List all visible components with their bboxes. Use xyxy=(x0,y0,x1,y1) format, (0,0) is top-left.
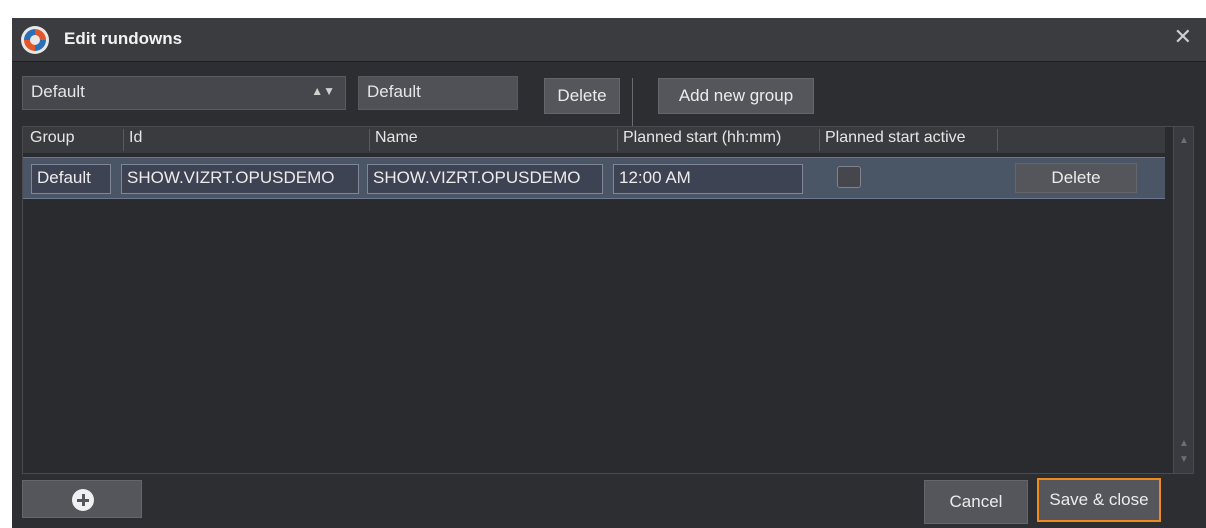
dialog-title: Edit rundowns xyxy=(64,29,183,48)
column-header-planned-start[interactable]: Planned start (hh:mm) xyxy=(617,129,817,151)
app-logo-icon xyxy=(21,26,49,54)
close-icon[interactable]: ✕ xyxy=(1174,24,1192,50)
plus-circle-icon xyxy=(72,489,94,511)
vertical-scrollbar[interactable]: ▲ ▲ ▼ xyxy=(1173,127,1193,473)
group-select[interactable]: Default ▲▼ xyxy=(22,76,346,110)
cancel-button[interactable]: Cancel xyxy=(924,480,1028,524)
rundowns-table: Group Id Name Planned start (hh:mm) Plan… xyxy=(22,126,1194,474)
add-rundown-button[interactable] xyxy=(22,480,142,518)
save-and-close-button[interactable]: Save & close xyxy=(1037,478,1161,522)
table-header: Group Id Name Planned start (hh:mm) Plan… xyxy=(23,127,1165,153)
add-new-group-button[interactable]: Add new group xyxy=(658,78,814,114)
scroll-up-lower-icon[interactable]: ▲ xyxy=(1179,438,1189,449)
planned-start-active-checkbox[interactable] xyxy=(837,166,861,188)
column-header-group[interactable]: Group xyxy=(25,129,117,151)
column-header-actions xyxy=(997,129,1145,151)
title-bar: Edit rundowns ✕ xyxy=(12,18,1206,62)
edit-rundowns-dialog: Edit rundowns ✕ Default ▲▼ Default Delet… xyxy=(12,18,1206,528)
column-header-planned-start-active[interactable]: Planned start active xyxy=(819,129,995,151)
id-cell[interactable]: SHOW.VIZRT.OPUSDEMO xyxy=(121,164,359,194)
column-header-id[interactable]: Id xyxy=(123,129,367,151)
table-row[interactable]: Default SHOW.VIZRT.OPUSDEMO SHOW.VIZRT.O… xyxy=(23,157,1165,199)
delete-row-button[interactable]: Delete xyxy=(1015,163,1137,193)
column-header-name[interactable]: Name xyxy=(369,129,615,151)
name-cell[interactable]: SHOW.VIZRT.OPUSDEMO xyxy=(367,164,603,194)
planned-start-cell[interactable]: 12:00 AM xyxy=(613,164,803,194)
toolbar-divider xyxy=(632,78,633,130)
group-select-value: Default xyxy=(31,82,85,101)
group-name-input[interactable]: Default xyxy=(358,76,518,110)
group-cell[interactable]: Default xyxy=(31,164,111,194)
select-arrows-icon: ▲▼ xyxy=(311,84,335,98)
scroll-down-icon[interactable]: ▼ xyxy=(1179,454,1189,465)
scroll-up-icon[interactable]: ▲ xyxy=(1179,135,1189,146)
delete-group-button[interactable]: Delete xyxy=(544,78,620,114)
